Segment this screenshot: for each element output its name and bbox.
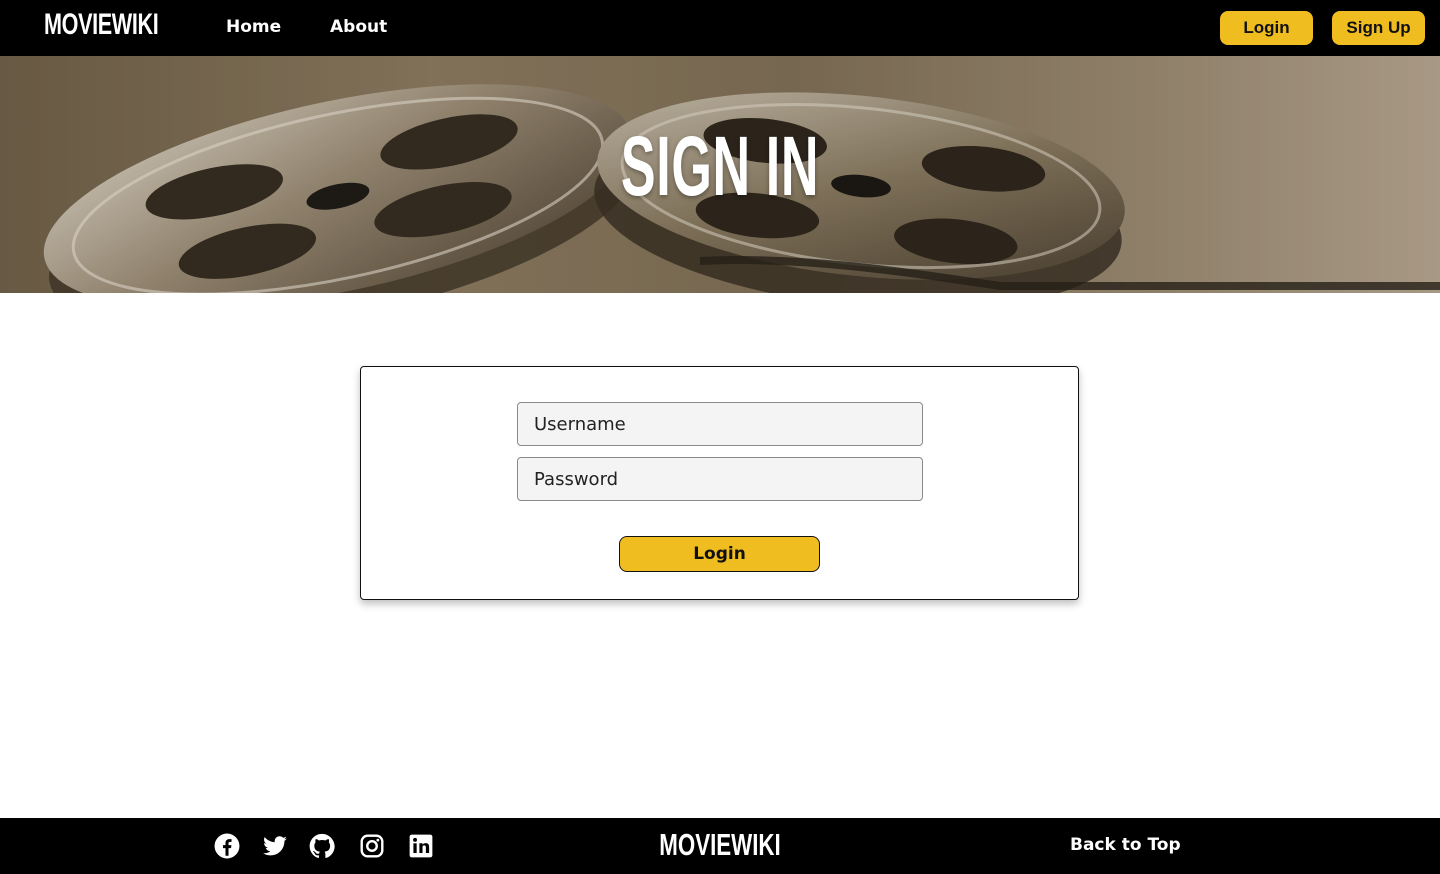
- nav-login-button[interactable]: Login: [1220, 11, 1313, 45]
- login-submit-button[interactable]: Login: [619, 536, 820, 572]
- signin-form-card: Login: [360, 366, 1079, 600]
- top-navbar: MOVIEWIKI Home About Login Sign Up: [0, 0, 1440, 56]
- back-to-top-link[interactable]: Back to Top: [1070, 835, 1181, 855]
- hero-banner: SIGN IN: [0, 56, 1440, 293]
- password-input[interactable]: [517, 457, 923, 501]
- nav-signup-button[interactable]: Sign Up: [1332, 11, 1425, 45]
- nav-about-link[interactable]: About: [330, 17, 387, 37]
- username-input[interactable]: [517, 402, 923, 446]
- brand-logo[interactable]: MOVIEWIKI: [44, 8, 159, 42]
- page-footer: MOVIEWIKI Back to Top: [0, 818, 1440, 874]
- nav-home-link[interactable]: Home: [226, 17, 281, 37]
- page-title: SIGN IN: [620, 119, 820, 213]
